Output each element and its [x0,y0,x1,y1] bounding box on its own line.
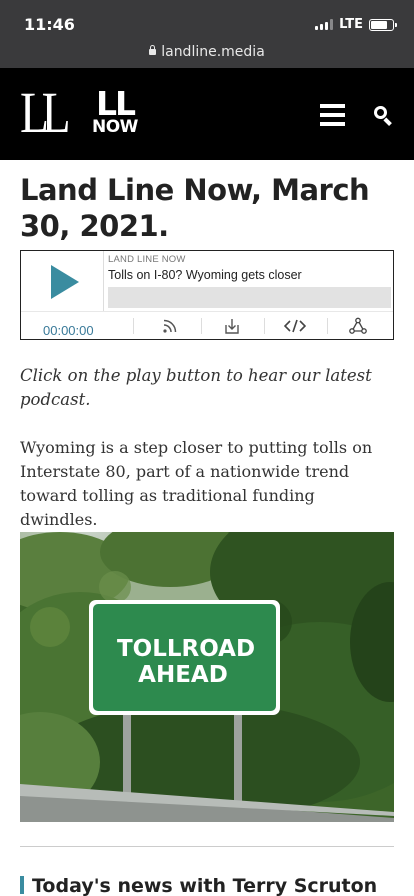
download-icon[interactable] [221,315,243,337]
share-icon[interactable] [347,315,369,337]
network-label: LTE [339,17,363,32]
next-section-title: Today's news with Terry Scruton [32,875,378,896]
url-bar[interactable]: landline.media [0,44,414,60]
hamburger-menu-icon[interactable] [320,104,345,126]
play-icon[interactable] [51,265,79,299]
player-divider [103,251,104,311]
logo-now-bottom: NOW [92,117,138,137]
rss-icon[interactable] [159,315,181,337]
playback-time: 00:00:00 [43,323,94,338]
podcast-show-name: LAND LINE NOW [108,254,186,265]
control-separator [327,318,328,334]
landline-logo[interactable]: LL [20,84,71,142]
status-time: 11:46 [24,15,75,34]
section-divider [20,846,394,847]
embed-icon[interactable] [284,315,306,337]
control-separator [201,318,202,334]
next-section-heading[interactable]: Today's news with Terry Scruton [20,875,400,896]
sign-text-line1: TOLLROAD [117,636,255,662]
landline-now-logo[interactable]: LL NOW [92,84,138,137]
heading-accent-bar [20,876,24,894]
site-header: LL LL NOW [0,68,414,160]
player-divider-horizontal [21,311,393,312]
article-image: TOLLROAD AHEAD [20,532,394,822]
browser-chrome: 11:46 LTE landline.media [0,0,414,68]
search-icon[interactable] [374,106,392,126]
podcast-player: LAND LINE NOW Tolls on I-80? Wyoming get… [20,250,394,340]
episode-title: Tolls on I-80? Wyoming gets closer [108,268,302,282]
status-indicators: LTE [315,17,397,32]
url-text: landline.media [161,44,265,60]
control-separator [264,318,265,334]
logo-now-top: LL [95,84,136,123]
article-intro: Click on the play button to hear our lat… [20,366,372,409]
lock-icon [149,45,157,55]
signal-icon [315,19,334,30]
battery-icon [369,18,397,31]
article-title: Land Line Now, March 30, 2021. [20,173,370,243]
control-separator [133,318,134,334]
article-body: Wyoming is a step closer to putting toll… [20,438,373,529]
progress-bar[interactable] [108,287,391,308]
sign-text-line2: AHEAD [138,662,228,688]
